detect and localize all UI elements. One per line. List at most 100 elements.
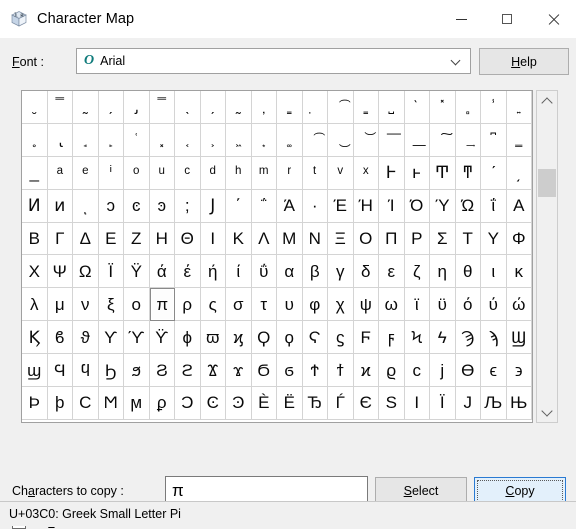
character-cell[interactable]: ͻ xyxy=(98,189,124,223)
character-cell[interactable]: Ё xyxy=(277,387,303,420)
character-cell[interactable]: Њ xyxy=(506,387,532,420)
character-cell[interactable]: ϔ xyxy=(149,321,175,355)
character-cell[interactable]: ̿ xyxy=(47,91,73,124)
character-cell[interactable]: ϻ xyxy=(124,387,150,420)
character-cell[interactable]: ͓ xyxy=(149,123,175,157)
character-cell[interactable]: Έ xyxy=(328,189,354,223)
character-cell[interactable]: І xyxy=(404,387,430,420)
character-cell[interactable]: ϕ xyxy=(175,321,201,355)
character-cell[interactable]: ᵘ xyxy=(149,156,175,190)
character-cell[interactable]: λ xyxy=(22,288,48,322)
character-cell[interactable]: Ϻ xyxy=(98,387,124,420)
character-cell[interactable]: Ψ xyxy=(47,255,73,289)
character-cell[interactable]: ϖ xyxy=(200,321,226,355)
character-cell[interactable]: ΐ xyxy=(481,189,507,223)
character-cell[interactable]: δ xyxy=(353,255,379,289)
character-cell[interactable]: ̙ xyxy=(98,123,124,157)
character-cell[interactable]: ϡ xyxy=(481,321,507,355)
character-cell[interactable]: ̘ xyxy=(73,123,99,157)
character-cell[interactable]: ʹ xyxy=(481,156,507,190)
character-cell[interactable]: ̗ xyxy=(200,91,226,124)
character-cell[interactable]: ϯ xyxy=(328,354,354,388)
character-cell[interactable]: β xyxy=(302,255,328,289)
scroll-up-button[interactable] xyxy=(537,91,557,111)
character-cell[interactable]: ϼ xyxy=(149,387,175,420)
character-cell[interactable]: ω xyxy=(379,288,405,322)
character-cell[interactable]: ρ xyxy=(175,288,201,322)
character-cell[interactable]: ̺ xyxy=(379,91,405,124)
character-cell[interactable]: ό xyxy=(455,288,481,322)
character-cell[interactable]: ̽ xyxy=(430,91,456,124)
character-cell[interactable]: Ξ xyxy=(328,222,354,256)
character-cell[interactable]: Ύ xyxy=(430,189,456,223)
character-cell[interactable]: ᵒ xyxy=(124,156,150,190)
character-cell[interactable]: ̥ xyxy=(22,123,48,157)
character-cell[interactable]: ̾ xyxy=(481,91,507,124)
close-button[interactable] xyxy=(530,0,576,38)
character-cell[interactable]: ͠ xyxy=(430,123,456,157)
character-cell[interactable]: ϊ xyxy=(404,288,430,322)
character-cell[interactable]: ̰ xyxy=(73,91,99,124)
character-cell[interactable]: ͳ xyxy=(455,156,481,190)
character-cell[interactable]: ͖ xyxy=(226,123,252,157)
character-cell[interactable]: ϥ xyxy=(73,354,99,388)
character-cell[interactable]: η xyxy=(430,255,456,289)
character-cell[interactable]: Κ xyxy=(226,222,252,256)
character-cell[interactable]: ͷ xyxy=(47,189,73,223)
grid-scrollbar[interactable] xyxy=(536,90,558,423)
character-cell[interactable]: Ϡ xyxy=(455,321,481,355)
font-combobox[interactable]: O Arial xyxy=(76,48,471,74)
character-cell[interactable]: Ή xyxy=(353,189,379,223)
character-cell[interactable]: π xyxy=(149,288,175,322)
character-cell[interactable]: ν xyxy=(73,288,99,322)
character-cell[interactable]: ͇ xyxy=(506,123,532,157)
minimize-button[interactable] xyxy=(438,0,484,38)
character-cell[interactable]: Γ xyxy=(47,222,73,256)
character-cell[interactable]: Ϥ xyxy=(47,354,73,388)
character-cell[interactable]: Ν xyxy=(302,222,328,256)
character-cell[interactable]: ϴ xyxy=(455,354,481,388)
character-cell[interactable]: Ϛ xyxy=(302,321,328,355)
character-cell[interactable]: Ͽ xyxy=(226,387,252,420)
character-cell[interactable]: ξ xyxy=(98,288,124,322)
character-cell[interactable]: Ѐ xyxy=(251,387,277,420)
character-cell[interactable]: ̳ xyxy=(277,91,303,124)
character-cell[interactable]: ΅ xyxy=(251,189,277,223)
character-cell[interactable]: Δ xyxy=(73,222,99,256)
character-cell[interactable]: ΄ xyxy=(226,189,252,223)
character-cell[interactable]: ͟ xyxy=(404,123,430,157)
character-cell[interactable]: Ͳ xyxy=(430,156,456,190)
character-cell[interactable]: Τ xyxy=(455,222,481,256)
character-cell[interactable]: Ϭ xyxy=(251,354,277,388)
character-cell[interactable]: ε xyxy=(379,255,405,289)
character-cell[interactable]: Ι xyxy=(200,222,226,256)
character-cell[interactable]: Ώ xyxy=(455,189,481,223)
character-cell[interactable]: Ω xyxy=(73,255,99,289)
character-cell[interactable]: Υ xyxy=(481,222,507,256)
character-cell[interactable]: ϧ xyxy=(124,354,150,388)
character-cell[interactable]: ͝ xyxy=(353,123,379,157)
character-cell[interactable]: ϳ xyxy=(430,354,456,388)
character-cell[interactable]: Μ xyxy=(277,222,303,256)
character-cell[interactable]: · xyxy=(302,189,328,223)
character-cell[interactable]: Η xyxy=(149,222,175,256)
character-cell[interactable]: Ί xyxy=(379,189,405,223)
character-cell[interactable]: Β xyxy=(22,222,48,256)
character-grid[interactable]: ̡̢̮̰̗̖̗̰̦̳̣̳̺̻͍̥̘̙͓͔͕͖͙͚͇̿̿̀̽̾͑͆͜͟͢͡͡͝͞͠… xyxy=(22,91,532,420)
character-cell[interactable]: ̀ xyxy=(404,91,430,124)
character-cell[interactable]: ϝ xyxy=(379,321,405,355)
scrollbar-thumb[interactable] xyxy=(538,169,556,197)
character-cell[interactable]: ϙ xyxy=(277,321,303,355)
character-cell[interactable]: σ xyxy=(226,288,252,322)
character-cell[interactable]: Ϩ xyxy=(149,354,175,388)
character-cell[interactable]: ϗ xyxy=(226,321,252,355)
character-cell[interactable]: ̡ xyxy=(124,91,150,124)
character-cell[interactable]: ᵃ xyxy=(47,156,73,190)
character-cell[interactable]: Ϯ xyxy=(302,354,328,388)
character-cell[interactable]: ᵈ xyxy=(200,156,226,190)
character-cell[interactable]: ϓ xyxy=(124,321,150,355)
character-cell[interactable]: Ζ xyxy=(124,222,150,256)
character-cell[interactable]: ϐ xyxy=(47,321,73,355)
character-cell[interactable]: ̿ xyxy=(149,91,175,124)
character-cell[interactable]: ͑ xyxy=(124,123,150,157)
